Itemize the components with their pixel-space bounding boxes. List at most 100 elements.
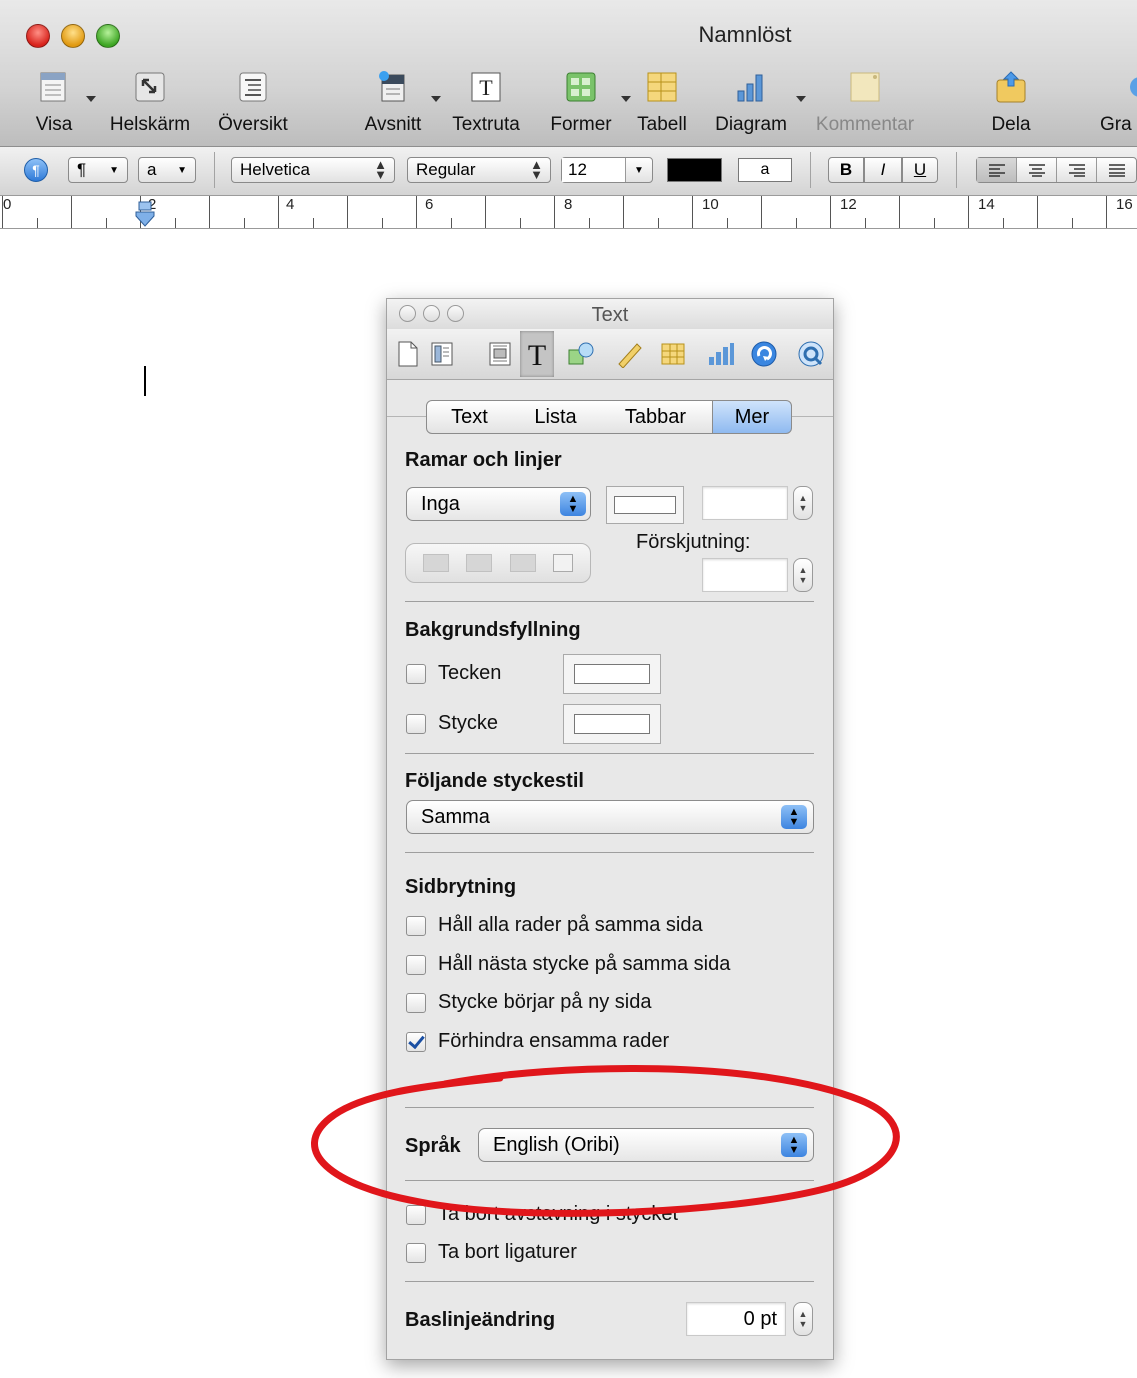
align-left-button[interactable] <box>977 158 1017 182</box>
zoom-window-button[interactable] <box>96 24 120 48</box>
ruler-tick <box>36 218 38 228</box>
paragraph-style-popup[interactable]: ¶ ▼ <box>68 157 128 183</box>
view-icon <box>24 70 96 104</box>
toolbar-chart-button[interactable]: Diagram <box>708 70 806 136</box>
remove-hyphenation-row[interactable]: Ta bort avstavning i stycket <box>406 1203 678 1226</box>
ruler-label: 4 <box>286 196 295 213</box>
bold-button[interactable]: B <box>828 157 864 183</box>
character-fill-checkbox[interactable] <box>406 663 426 684</box>
minimize-window-button[interactable] <box>61 24 85 48</box>
keep-with-next-row[interactable]: Håll nästa stycke på samma sida <box>406 953 730 976</box>
table-inspector-tab[interactable] <box>656 331 690 377</box>
toolbar-table-button[interactable]: Tabell <box>630 70 694 136</box>
link-inspector-tab[interactable] <box>747 331 781 377</box>
paragraph-fill-checkbox-row[interactable]: Stycke <box>406 712 498 735</box>
align-right-icon <box>1068 164 1085 177</box>
italic-button[interactable]: I <box>864 157 902 183</box>
font-size-value[interactable]: 12 <box>562 158 626 182</box>
offset-stepper[interactable]: ▲ ▼ <box>793 558 813 592</box>
remove-ligatures-checkbox[interactable] <box>406 1242 426 1263</box>
highlight-color-well[interactable]: a <box>738 158 792 182</box>
inspector-zoom-button[interactable] <box>447 305 464 322</box>
quicktime-icon <box>798 341 824 367</box>
ruler-tick <box>105 218 107 228</box>
align-right-button[interactable] <box>1057 158 1097 182</box>
text-inspector-tab[interactable]: T <box>520 331 554 377</box>
font-weight-popup[interactable]: Regular ▲ ▼ <box>407 157 551 183</box>
border-width-field[interactable] <box>702 486 788 520</box>
divider <box>405 753 814 754</box>
inspector-minimize-button[interactable] <box>423 305 440 322</box>
font-size-combo[interactable]: 12 ▼ <box>561 157 653 183</box>
quicktime-inspector-tab[interactable] <box>794 331 828 377</box>
align-justify-button[interactable] <box>1097 158 1136 182</box>
keep-lines-together-checkbox[interactable] <box>406 915 426 936</box>
toolbar-graphic-button[interactable]: Gra <box>1100 70 1137 136</box>
font-family-popup[interactable]: Helvetica ▲ ▼ <box>231 157 395 183</box>
border-middle-button[interactable] <box>466 554 493 572</box>
borders-section-title: Ramar och linjer <box>405 449 562 471</box>
tab-tabs[interactable]: Tabbar <box>599 400 713 434</box>
border-style-popup[interactable]: Inga ▲ ▼ <box>406 487 591 521</box>
language-popup[interactable]: English (Oribi) ▲ ▼ <box>478 1128 814 1162</box>
graphic-shapes-icon <box>568 342 594 365</box>
graphic-inspector-tab[interactable] <box>564 331 598 377</box>
page-break-before-checkbox[interactable] <box>406 992 426 1013</box>
toolbar-view-button[interactable]: Visa <box>24 70 96 136</box>
paragraph-fill-color-well[interactable] <box>563 704 661 744</box>
indent-marker-icon[interactable] <box>134 200 158 228</box>
document-title: Namnlöst <box>698 22 792 47</box>
paragraph-fill-checkbox[interactable] <box>406 713 426 734</box>
styles-drawer-toggle[interactable]: ¶ <box>24 158 48 182</box>
baseline-shift-label: Baslinjeändring <box>405 1309 556 1331</box>
widow-control-checkbox[interactable] <box>406 1031 426 1052</box>
document-inspector-tab[interactable] <box>391 331 425 377</box>
remove-hyphenation-label: Ta bort avstavning i stycket <box>438 1203 679 1225</box>
paragraph-fill-label: Stycke <box>438 712 499 734</box>
toolbar-shapes-button[interactable]: Former <box>543 70 631 136</box>
toolbar-comment-button[interactable]: Kommentar <box>806 70 924 136</box>
close-window-button[interactable] <box>26 24 50 48</box>
following-style-value: Samma <box>421 805 490 828</box>
pagination-title: Sidbrytning <box>405 876 517 898</box>
border-width-stepper[interactable]: ▲ ▼ <box>793 486 813 520</box>
tab-list[interactable]: Lista <box>512 400 600 434</box>
character-style-popup[interactable]: a ▼ <box>138 157 196 183</box>
text-color-well[interactable] <box>667 158 722 182</box>
widow-control-row[interactable]: Förhindra ensamma rader <box>406 1030 669 1053</box>
toolbar-outline-label: Översikt <box>218 114 288 135</box>
wrap-inspector-tab[interactable] <box>483 331 517 377</box>
border-color-well[interactable] <box>606 486 684 524</box>
keep-with-next-checkbox[interactable] <box>406 954 426 975</box>
offset-field[interactable] <box>702 558 788 592</box>
character-fill-color-well[interactable] <box>563 654 661 694</box>
baseline-shift-stepper[interactable]: ▲ ▼ <box>793 1302 813 1336</box>
keep-lines-together-row[interactable]: Håll alla rader på samma sida <box>406 914 703 937</box>
character-fill-checkbox-row[interactable]: Tecken <box>406 662 501 685</box>
following-style-popup[interactable]: Samma ▲ ▼ <box>406 800 814 834</box>
toolbar-fullscreen-button[interactable]: Helskärm <box>102 70 198 136</box>
metrics-inspector-tab[interactable] <box>612 331 646 377</box>
align-center-button[interactable] <box>1017 158 1057 182</box>
divider <box>405 1107 814 1108</box>
remove-hyphenation-checkbox[interactable] <box>406 1204 426 1225</box>
toolbar-outline-button[interactable]: Översikt <box>210 70 296 136</box>
underline-button[interactable]: U <box>902 157 938 183</box>
share-icon <box>982 70 1040 104</box>
toolbar-textbox-button[interactable]: T Textruta <box>444 70 528 136</box>
border-top-button[interactable] <box>422 554 449 572</box>
layout-inspector-tab[interactable] <box>425 331 459 377</box>
wrap-icon <box>489 342 511 366</box>
border-box-button[interactable] <box>553 554 574 572</box>
remove-ligatures-row[interactable]: Ta bort ligaturer <box>406 1241 577 1264</box>
tab-text[interactable]: Text <box>426 400 513 434</box>
toolbar-share-button[interactable]: Dela <box>982 70 1040 136</box>
toolbar-section-button[interactable]: Avsnitt <box>357 70 441 136</box>
tab-more[interactable]: Mer <box>712 400 792 434</box>
baseline-shift-field[interactable]: 0 pt <box>686 1302 786 1336</box>
border-bottom-button[interactable] <box>509 554 536 572</box>
inspector-close-button[interactable] <box>399 305 416 322</box>
svg-text:T: T <box>479 75 493 100</box>
chart-inspector-tab[interactable] <box>704 331 738 377</box>
page-break-before-row[interactable]: Stycke börjar på ny sida <box>406 991 651 1014</box>
